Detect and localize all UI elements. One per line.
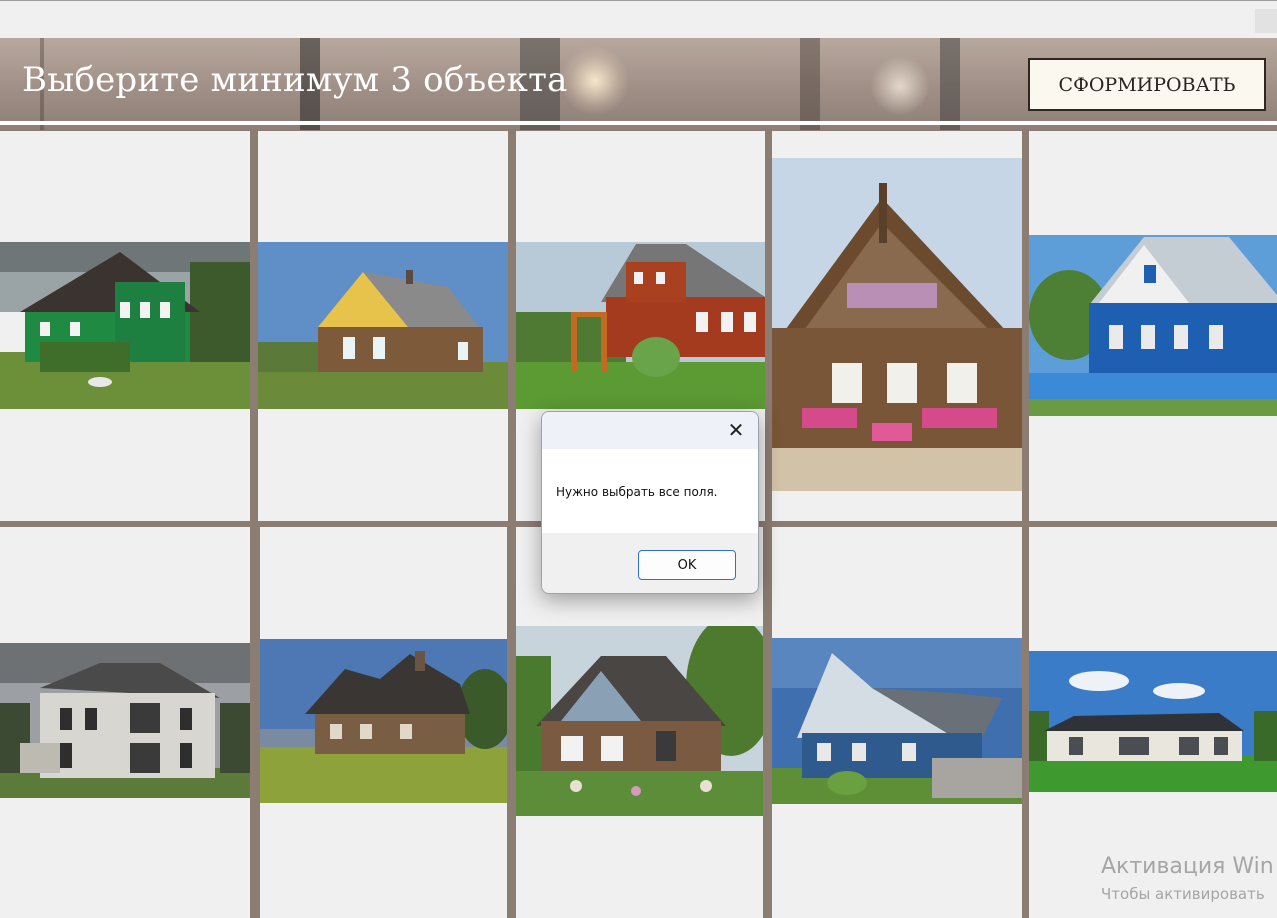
house-photo	[516, 626, 763, 816]
house-photo	[258, 242, 508, 409]
house-card-blue-cottage[interactable]	[772, 527, 1022, 918]
house-card-chalet[interactable]	[260, 527, 507, 918]
page-title: Выберите минимум 3 объекта	[22, 60, 568, 100]
house-card-mansion[interactable]	[0, 527, 250, 918]
close-icon[interactable]: ✕	[726, 420, 746, 440]
dialog-message: Нужно выбрать все поля.	[556, 485, 718, 499]
house-photo	[260, 639, 507, 803]
activation-watermark: Активация Win Чтобы активировать	[1101, 854, 1274, 903]
house-card-blue[interactable]	[1029, 131, 1277, 521]
alert-dialog: ✕ Нужно выбрать все поля. OK	[541, 411, 759, 594]
watermark-subtitle: Чтобы активировать	[1101, 885, 1265, 903]
house-photo	[516, 242, 765, 409]
header-divider	[0, 121, 1277, 125]
form-button[interactable]: СФОРМИРОВАТЬ	[1028, 58, 1266, 111]
lamp-glow	[870, 56, 930, 116]
dialog-body: Нужно выбрать все поля.	[542, 449, 758, 533]
ok-button[interactable]: OK	[638, 550, 736, 580]
house-photo	[0, 242, 250, 409]
house-photo	[0, 643, 250, 798]
watermark-title: Активация Win	[1101, 854, 1274, 879]
house-card-green[interactable]	[0, 131, 250, 521]
window-close-button[interactable]	[1255, 9, 1277, 33]
house-photo	[1029, 235, 1277, 416]
house-photo	[772, 158, 1022, 491]
house-photo	[772, 638, 1022, 804]
house-photo	[1029, 651, 1277, 792]
dialog-title-bar: ✕	[542, 412, 758, 449]
house-card-yellow[interactable]	[258, 131, 508, 521]
lamp-glow	[560, 46, 630, 116]
window-title-bar	[0, 0, 1277, 38]
house-card-carved[interactable]	[772, 131, 1022, 521]
